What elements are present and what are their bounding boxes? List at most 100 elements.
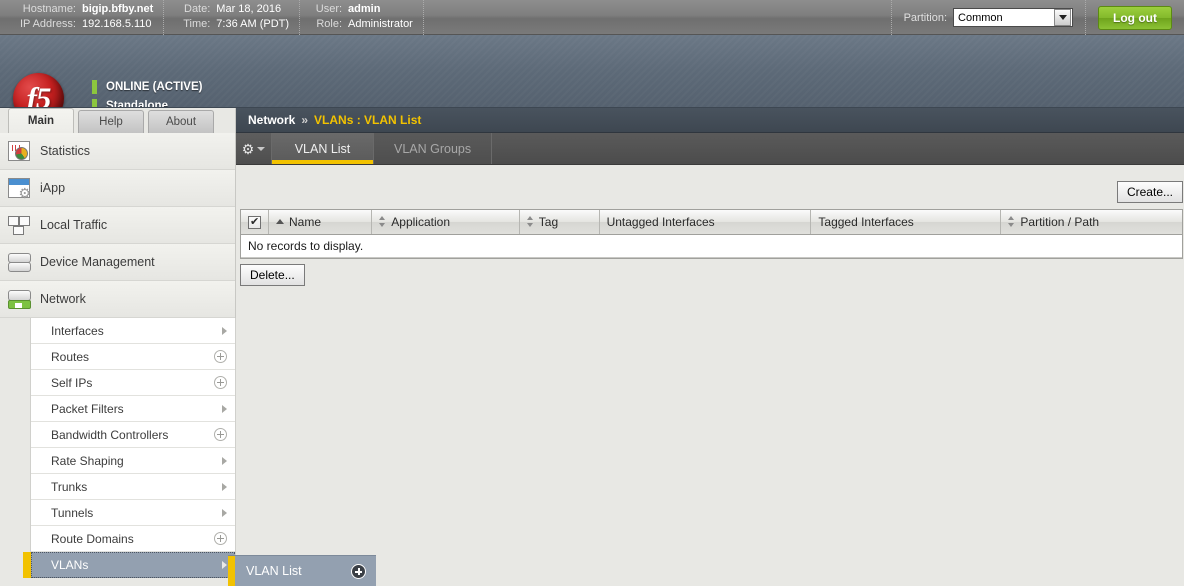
tab-vlan-list[interactable]: VLAN List xyxy=(272,133,374,164)
time-row: Time: 7:36 AM (PDT) xyxy=(176,17,289,32)
tab-help[interactable]: Help xyxy=(78,110,144,133)
ip-address-value: 192.168.5.110 xyxy=(82,18,152,30)
plus-icon[interactable] xyxy=(214,376,227,389)
sidebar-item-packet-filters[interactable]: Packet Filters xyxy=(31,396,235,422)
chevron-right-icon xyxy=(222,404,227,413)
sidebar-item-trunks[interactable]: Trunks xyxy=(31,474,235,500)
column-header-untagged-interfaces[interactable]: Untagged Interfaces xyxy=(599,210,812,235)
sidebar-item-routes[interactable]: Routes xyxy=(31,344,235,370)
f5-logo-icon: f5 xyxy=(13,73,64,108)
sidebar-item-network[interactable]: Network xyxy=(0,281,235,318)
vlan-table: Name Application xyxy=(241,210,1182,258)
flyout-item-vlan-list[interactable]: VLAN List xyxy=(228,555,376,586)
partition-label: Partition: xyxy=(903,11,948,24)
sidebar-item-rate-shaping[interactable]: Rate Shaping xyxy=(31,448,235,474)
chevron-right-icon xyxy=(222,482,227,491)
sidebar-item-label-statistics: Statistics xyxy=(40,144,91,158)
chevron-right-icon xyxy=(222,456,227,465)
plus-icon[interactable] xyxy=(214,350,227,363)
column-header-tagged-interfaces[interactable]: Tagged Interfaces xyxy=(810,210,1002,235)
role-row: Role: Administrator xyxy=(312,17,412,32)
sidebar-item-label-trunks: Trunks xyxy=(51,479,88,494)
date-value: Mar 18, 2016 xyxy=(216,3,282,15)
column-header-application[interactable]: Application xyxy=(371,210,520,235)
create-button[interactable]: Create... xyxy=(1116,181,1183,203)
top-bar-right-cluster: Partition: Common Log out xyxy=(890,0,1184,35)
status-indicator-icon-secondary xyxy=(92,99,97,107)
sidebar-item-label-network: Network xyxy=(40,292,86,306)
f5-logo-text: f5 xyxy=(26,79,52,108)
vlan-table-container: Name Application xyxy=(240,209,1183,259)
column-header-name[interactable]: Name xyxy=(268,210,373,235)
main-tab-strip: Main Help About xyxy=(0,108,235,133)
vlan-table-body: No records to display. xyxy=(241,234,1182,258)
page-body: Main Help About Statistics iApp Local Tr… xyxy=(0,108,1184,586)
vlan-table-head: Name Application xyxy=(241,210,1182,235)
sidebar-item-local-traffic[interactable]: Local Traffic xyxy=(0,207,235,244)
breadcrumb: Network » VLANs : VLAN List xyxy=(236,108,1184,133)
local-traffic-icon xyxy=(8,215,30,235)
delete-button[interactable]: Delete... xyxy=(240,263,305,286)
brand-header: f5 ONLINE (ACTIVE) Standalone xyxy=(0,35,1184,108)
network-submenu: Interfaces Routes Self IPs Packet Filter… xyxy=(23,318,236,578)
breadcrumb-separator-icon: » xyxy=(301,113,309,127)
sort-toggle-icon xyxy=(1008,216,1015,228)
gear-menu-button[interactable]: ⚙ xyxy=(236,133,272,164)
plus-icon[interactable] xyxy=(214,532,227,545)
partition-selector-group: Partition: Common xyxy=(890,0,1087,35)
table-header-row: Name Application xyxy=(241,210,1182,235)
sidebar-item-label-tunnels: Tunnels xyxy=(51,505,94,520)
date-label: Date: xyxy=(184,3,211,15)
sidebar-item-statistics[interactable]: Statistics xyxy=(0,133,235,170)
plus-icon[interactable] xyxy=(351,563,366,579)
datetime-info-group: Date: Mar 18, 2016 Time: 7:36 AM (PDT) xyxy=(164,0,301,35)
sidebar-item-iapp[interactable]: iApp xyxy=(0,170,235,207)
table-empty-row: No records to display. xyxy=(241,234,1182,258)
vlans-flyout-menu: VLAN List xyxy=(228,555,376,586)
column-label-application: Application xyxy=(391,214,450,229)
select-all-header[interactable] xyxy=(241,210,269,235)
breadcrumb-current: VLANs : VLAN List xyxy=(314,113,422,127)
sidebar-item-route-domains[interactable]: Route Domains xyxy=(31,526,235,552)
sort-toggle-icon xyxy=(526,216,534,228)
column-label-tagged-interfaces: Tagged Interfaces xyxy=(818,214,914,229)
sidebar-item-interfaces[interactable]: Interfaces xyxy=(31,318,235,344)
sidebar-item-vlans[interactable]: VLANs xyxy=(23,552,235,578)
sidebar-item-label-local-traffic: Local Traffic xyxy=(40,218,108,232)
sort-toggle-icon xyxy=(379,216,386,228)
column-label-untagged-interfaces: Untagged Interfaces xyxy=(606,214,715,229)
partition-select[interactable]: Common xyxy=(953,8,1074,27)
column-label-tag: Tag xyxy=(538,214,559,229)
select-all-checkbox[interactable] xyxy=(248,215,261,229)
user-value: admin xyxy=(348,3,381,15)
time-value: 7:36 AM (PDT) xyxy=(216,18,290,30)
tab-main[interactable]: Main xyxy=(8,108,74,133)
ip-address-label: IP Address: xyxy=(19,18,76,30)
status-secondary-text: Standalone xyxy=(106,100,168,108)
chevron-down-icon[interactable] xyxy=(1054,9,1072,26)
user-info-group: User: admin Role: Administrator xyxy=(300,0,424,35)
breadcrumb-root[interactable]: Network xyxy=(248,113,295,127)
sidebar-item-label-interfaces: Interfaces xyxy=(51,323,104,338)
sidebar-item-tunnels[interactable]: Tunnels xyxy=(31,500,235,526)
tab-about[interactable]: About xyxy=(148,110,214,133)
sidebar-item-device-management[interactable]: Device Management xyxy=(0,244,235,281)
sidebar-item-bandwidth-controllers[interactable]: Bandwidth Controllers xyxy=(31,422,235,448)
statistics-icon xyxy=(8,141,30,161)
device-status-block: ONLINE (ACTIVE) Standalone xyxy=(92,79,203,108)
left-navigation: Main Help About Statistics iApp Local Tr… xyxy=(0,108,376,586)
column-label-name: Name xyxy=(289,214,322,229)
tab-vlan-groups[interactable]: VLAN Groups xyxy=(374,133,493,164)
status-indicator-icon xyxy=(92,80,97,94)
sidebar-item-label-vlans: VLANs xyxy=(51,558,89,572)
status-primary-text: ONLINE (ACTIVE) xyxy=(106,81,203,93)
sidebar-item-self-ips[interactable]: Self IPs xyxy=(31,370,235,396)
logout-button[interactable]: Log out xyxy=(1098,5,1172,30)
column-header-tag[interactable]: Tag xyxy=(519,210,600,235)
flyout-item-label-vlan-list: VLAN List xyxy=(246,564,302,578)
plus-icon[interactable] xyxy=(214,428,227,441)
column-header-partition-path[interactable]: Partition / Path xyxy=(1000,210,1182,235)
sidebar-item-label-route-domains: Route Domains xyxy=(51,531,134,546)
main-content: Network » VLANs : VLAN List ⚙ VLAN List … xyxy=(236,108,1184,586)
host-info-group: Hostname: bigip.bfby.net IP Address: 192… xyxy=(0,0,165,35)
